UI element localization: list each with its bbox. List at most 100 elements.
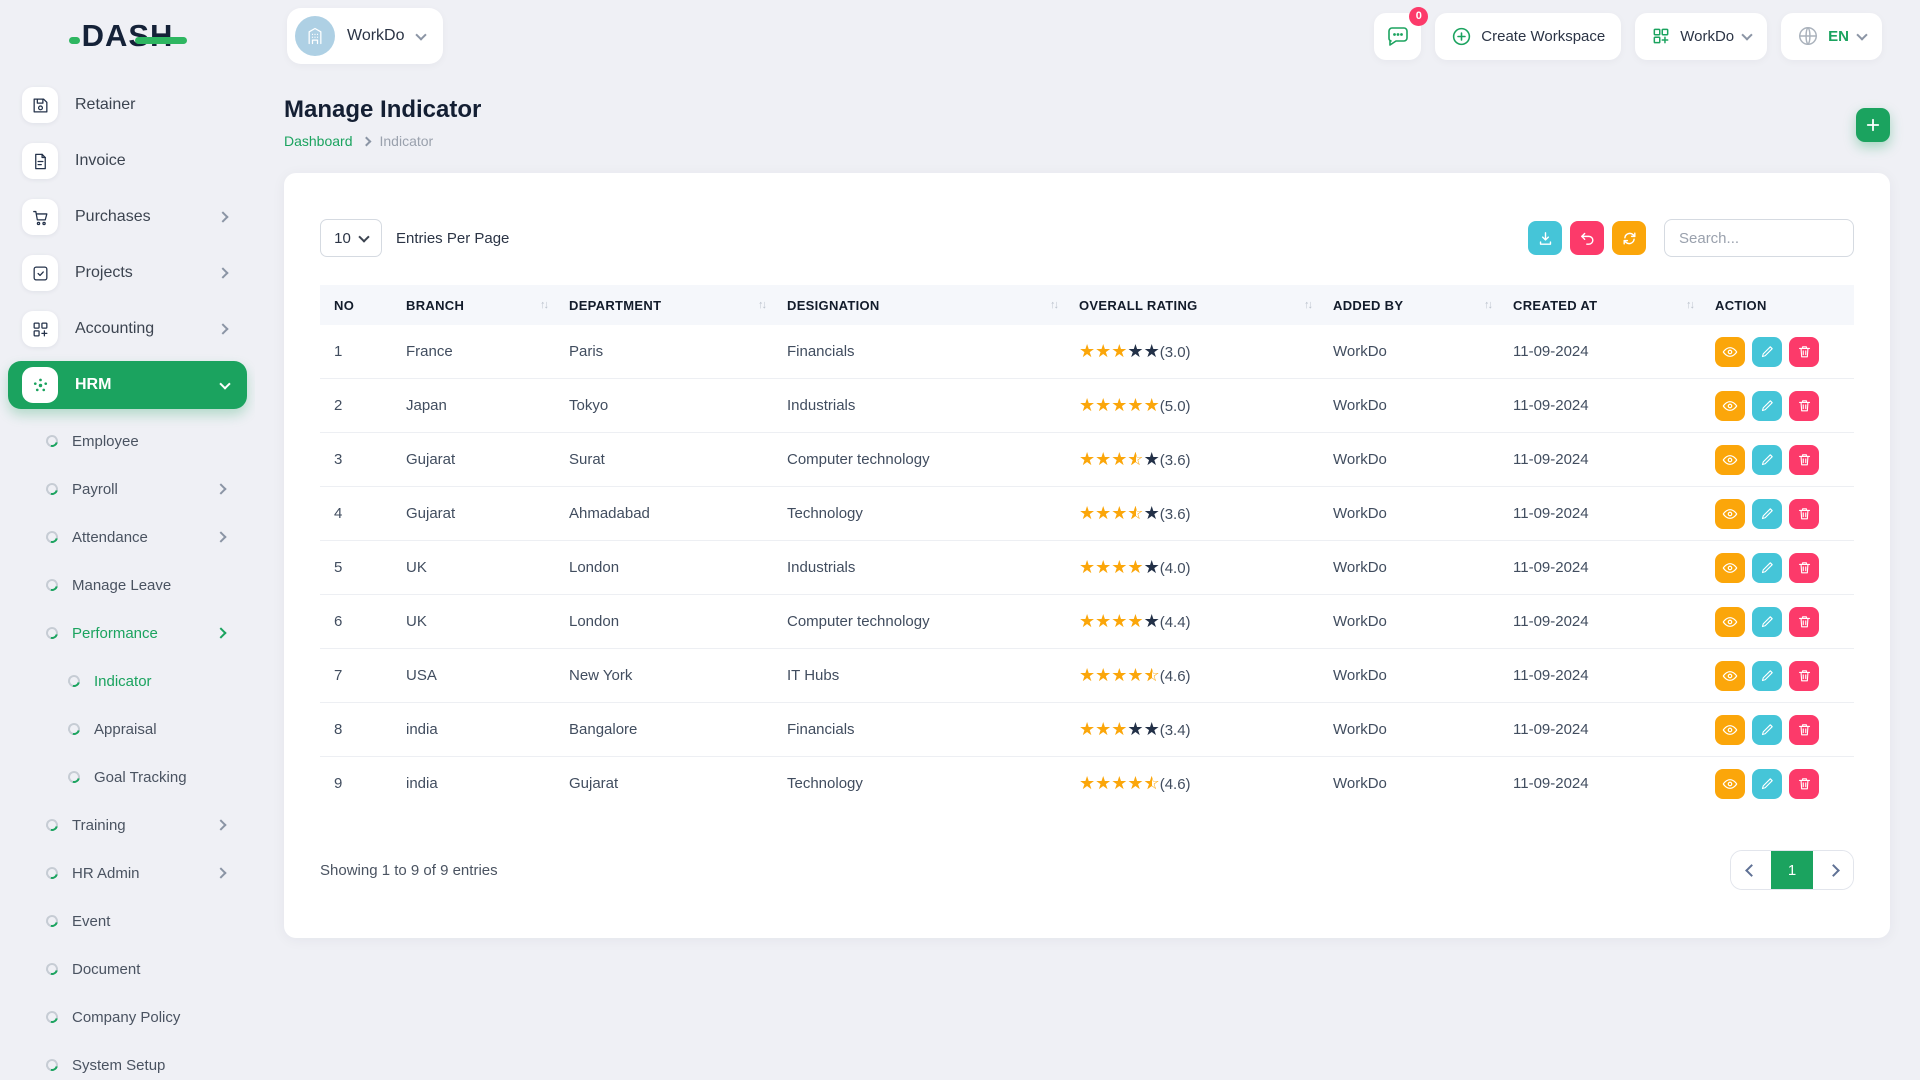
sort-icon[interactable]: ↑↓ <box>1304 299 1311 311</box>
pagination: 1 <box>1730 850 1854 890</box>
star-empty-icon: ★ <box>1127 342 1143 360</box>
sidebar-item-company-policy[interactable]: Company Policy <box>0 993 255 1041</box>
sidebar-item-projects[interactable]: Projects <box>0 245 255 301</box>
delete-button[interactable] <box>1789 607 1819 637</box>
cell-action <box>1715 433 1854 487</box>
workspace-selector[interactable]: WorkDo <box>287 8 443 64</box>
star-full-icon: ★ <box>1095 774 1111 792</box>
search-input[interactable] <box>1664 219 1854 257</box>
sidebar-item-document[interactable]: Document <box>0 945 255 993</box>
brand-logo-text: DASH <box>82 18 174 53</box>
view-button[interactable] <box>1715 337 1745 367</box>
sidebar-item-goal-tracking[interactable]: Goal Tracking <box>0 753 255 801</box>
edit-button[interactable] <box>1752 499 1782 529</box>
edit-button[interactable] <box>1752 337 1782 367</box>
indicator-table: NOBRANCH↑↓DEPARTMENT↑↓DESIGNATION↑↓OVERA… <box>320 285 1854 810</box>
edit-button[interactable] <box>1752 715 1782 745</box>
sidebar-item-training[interactable]: Training <box>0 801 255 849</box>
sort-icon[interactable]: ↑↓ <box>1050 299 1057 311</box>
entries-per-page-select[interactable]: 10 <box>320 219 382 257</box>
view-button[interactable] <box>1715 553 1745 583</box>
star-full-icon: ★ <box>1127 612 1143 630</box>
sidebar-item-performance[interactable]: Performance <box>0 609 255 657</box>
sidebar-item-label: Payroll <box>72 481 118 498</box>
view-button[interactable] <box>1715 715 1745 745</box>
edit-button[interactable] <box>1752 769 1782 799</box>
create-workspace-button[interactable]: Create Workspace <box>1435 13 1621 60</box>
cell-department: London <box>569 595 787 649</box>
sidebar-item-hr-admin[interactable]: HR Admin <box>0 849 255 897</box>
delete-button[interactable] <box>1789 337 1819 367</box>
star-empty-icon: ★ <box>1127 720 1143 738</box>
eye-icon <box>1722 560 1738 576</box>
sidebar-item-purchases[interactable]: Purchases <box>0 189 255 245</box>
sidebar-item-employee[interactable]: Employee <box>0 417 255 465</box>
view-button[interactable] <box>1715 391 1745 421</box>
star-rating: ★★★★★ <box>1079 612 1160 630</box>
cell-designation: Technology <box>787 757 1079 811</box>
pagination-prev-button[interactable] <box>1731 851 1771 889</box>
cell-no: 5 <box>320 541 406 595</box>
sidebar-item-manage-leave[interactable]: Manage Leave <box>0 561 255 609</box>
edit-button[interactable] <box>1752 391 1782 421</box>
edit-button[interactable] <box>1752 607 1782 637</box>
delete-button[interactable] <box>1789 553 1819 583</box>
pencil-icon <box>1760 452 1775 467</box>
pagination-page-1[interactable]: 1 <box>1771 851 1813 889</box>
export-button[interactable] <box>1528 221 1562 255</box>
sort-icon[interactable]: ↑↓ <box>1686 299 1693 311</box>
column-header-branch[interactable]: BRANCH↑↓ <box>406 285 569 325</box>
sidebar-item-retainer[interactable]: Retainer <box>0 77 255 133</box>
sidebar-item-system-setup[interactable]: System Setup <box>0 1041 255 1080</box>
messages-button[interactable]: 0 <box>1374 13 1421 60</box>
language-dropdown[interactable]: EN <box>1781 13 1882 60</box>
view-button[interactable] <box>1715 499 1745 529</box>
sidebar-item-invoice[interactable]: Invoice <box>0 133 255 189</box>
column-header-designation[interactable]: DESIGNATION↑↓ <box>787 285 1079 325</box>
trash-icon <box>1797 452 1812 467</box>
sort-icon[interactable]: ↑↓ <box>1484 299 1491 311</box>
delete-button[interactable] <box>1789 661 1819 691</box>
sidebar-item-appraisal[interactable]: Appraisal <box>0 705 255 753</box>
sort-icon[interactable]: ↑↓ <box>758 299 765 311</box>
column-header-added-by[interactable]: ADDED BY↑↓ <box>1333 285 1513 325</box>
cell-added-by: WorkDo <box>1333 325 1513 379</box>
column-header-overall-rating[interactable]: OVERALL RATING↑↓ <box>1079 285 1333 325</box>
delete-button[interactable] <box>1789 445 1819 475</box>
edit-button[interactable] <box>1752 661 1782 691</box>
delete-button[interactable] <box>1789 391 1819 421</box>
add-indicator-button[interactable] <box>1856 108 1890 142</box>
sidebar-item-attendance[interactable]: Attendance <box>0 513 255 561</box>
sort-icon[interactable]: ↑↓ <box>540 299 547 311</box>
sidebar-item-indicator[interactable]: Indicator <box>0 657 255 705</box>
view-button[interactable] <box>1715 607 1745 637</box>
pagination-next-button[interactable] <box>1813 851 1853 889</box>
view-button[interactable] <box>1715 445 1745 475</box>
workspace-dropdown[interactable]: WorkDo <box>1635 13 1767 60</box>
cell-action <box>1715 703 1854 757</box>
table-row: 4GujaratAhmadabadTechnology★★★☆★★(3.6)Wo… <box>320 487 1854 541</box>
star-full-icon: ★ <box>1127 666 1143 684</box>
cell-added-by: WorkDo <box>1333 433 1513 487</box>
cell-added-by: WorkDo <box>1333 487 1513 541</box>
delete-button[interactable] <box>1789 499 1819 529</box>
reset-button[interactable] <box>1570 221 1604 255</box>
column-header-created-at[interactable]: CREATED AT↑↓ <box>1513 285 1715 325</box>
view-button[interactable] <box>1715 769 1745 799</box>
sidebar-item-label: Indicator <box>94 673 152 690</box>
delete-button[interactable] <box>1789 769 1819 799</box>
view-button[interactable] <box>1715 661 1745 691</box>
sidebar-item-hrm[interactable]: HRM <box>8 361 247 409</box>
edit-button[interactable] <box>1752 445 1782 475</box>
star-half-icon: ☆★ <box>1127 450 1143 468</box>
edit-button[interactable] <box>1752 553 1782 583</box>
cell-action <box>1715 757 1854 811</box>
sidebar-item-accounting[interactable]: Accounting <box>0 301 255 357</box>
sidebar-item-event[interactable]: Event <box>0 897 255 945</box>
brand-logo[interactable]: DASH <box>82 18 174 54</box>
breadcrumb-dashboard-link[interactable]: Dashboard <box>284 133 353 149</box>
column-header-department[interactable]: DEPARTMENT↑↓ <box>569 285 787 325</box>
sidebar-item-payroll[interactable]: Payroll <box>0 465 255 513</box>
delete-button[interactable] <box>1789 715 1819 745</box>
refresh-button[interactable] <box>1612 221 1646 255</box>
